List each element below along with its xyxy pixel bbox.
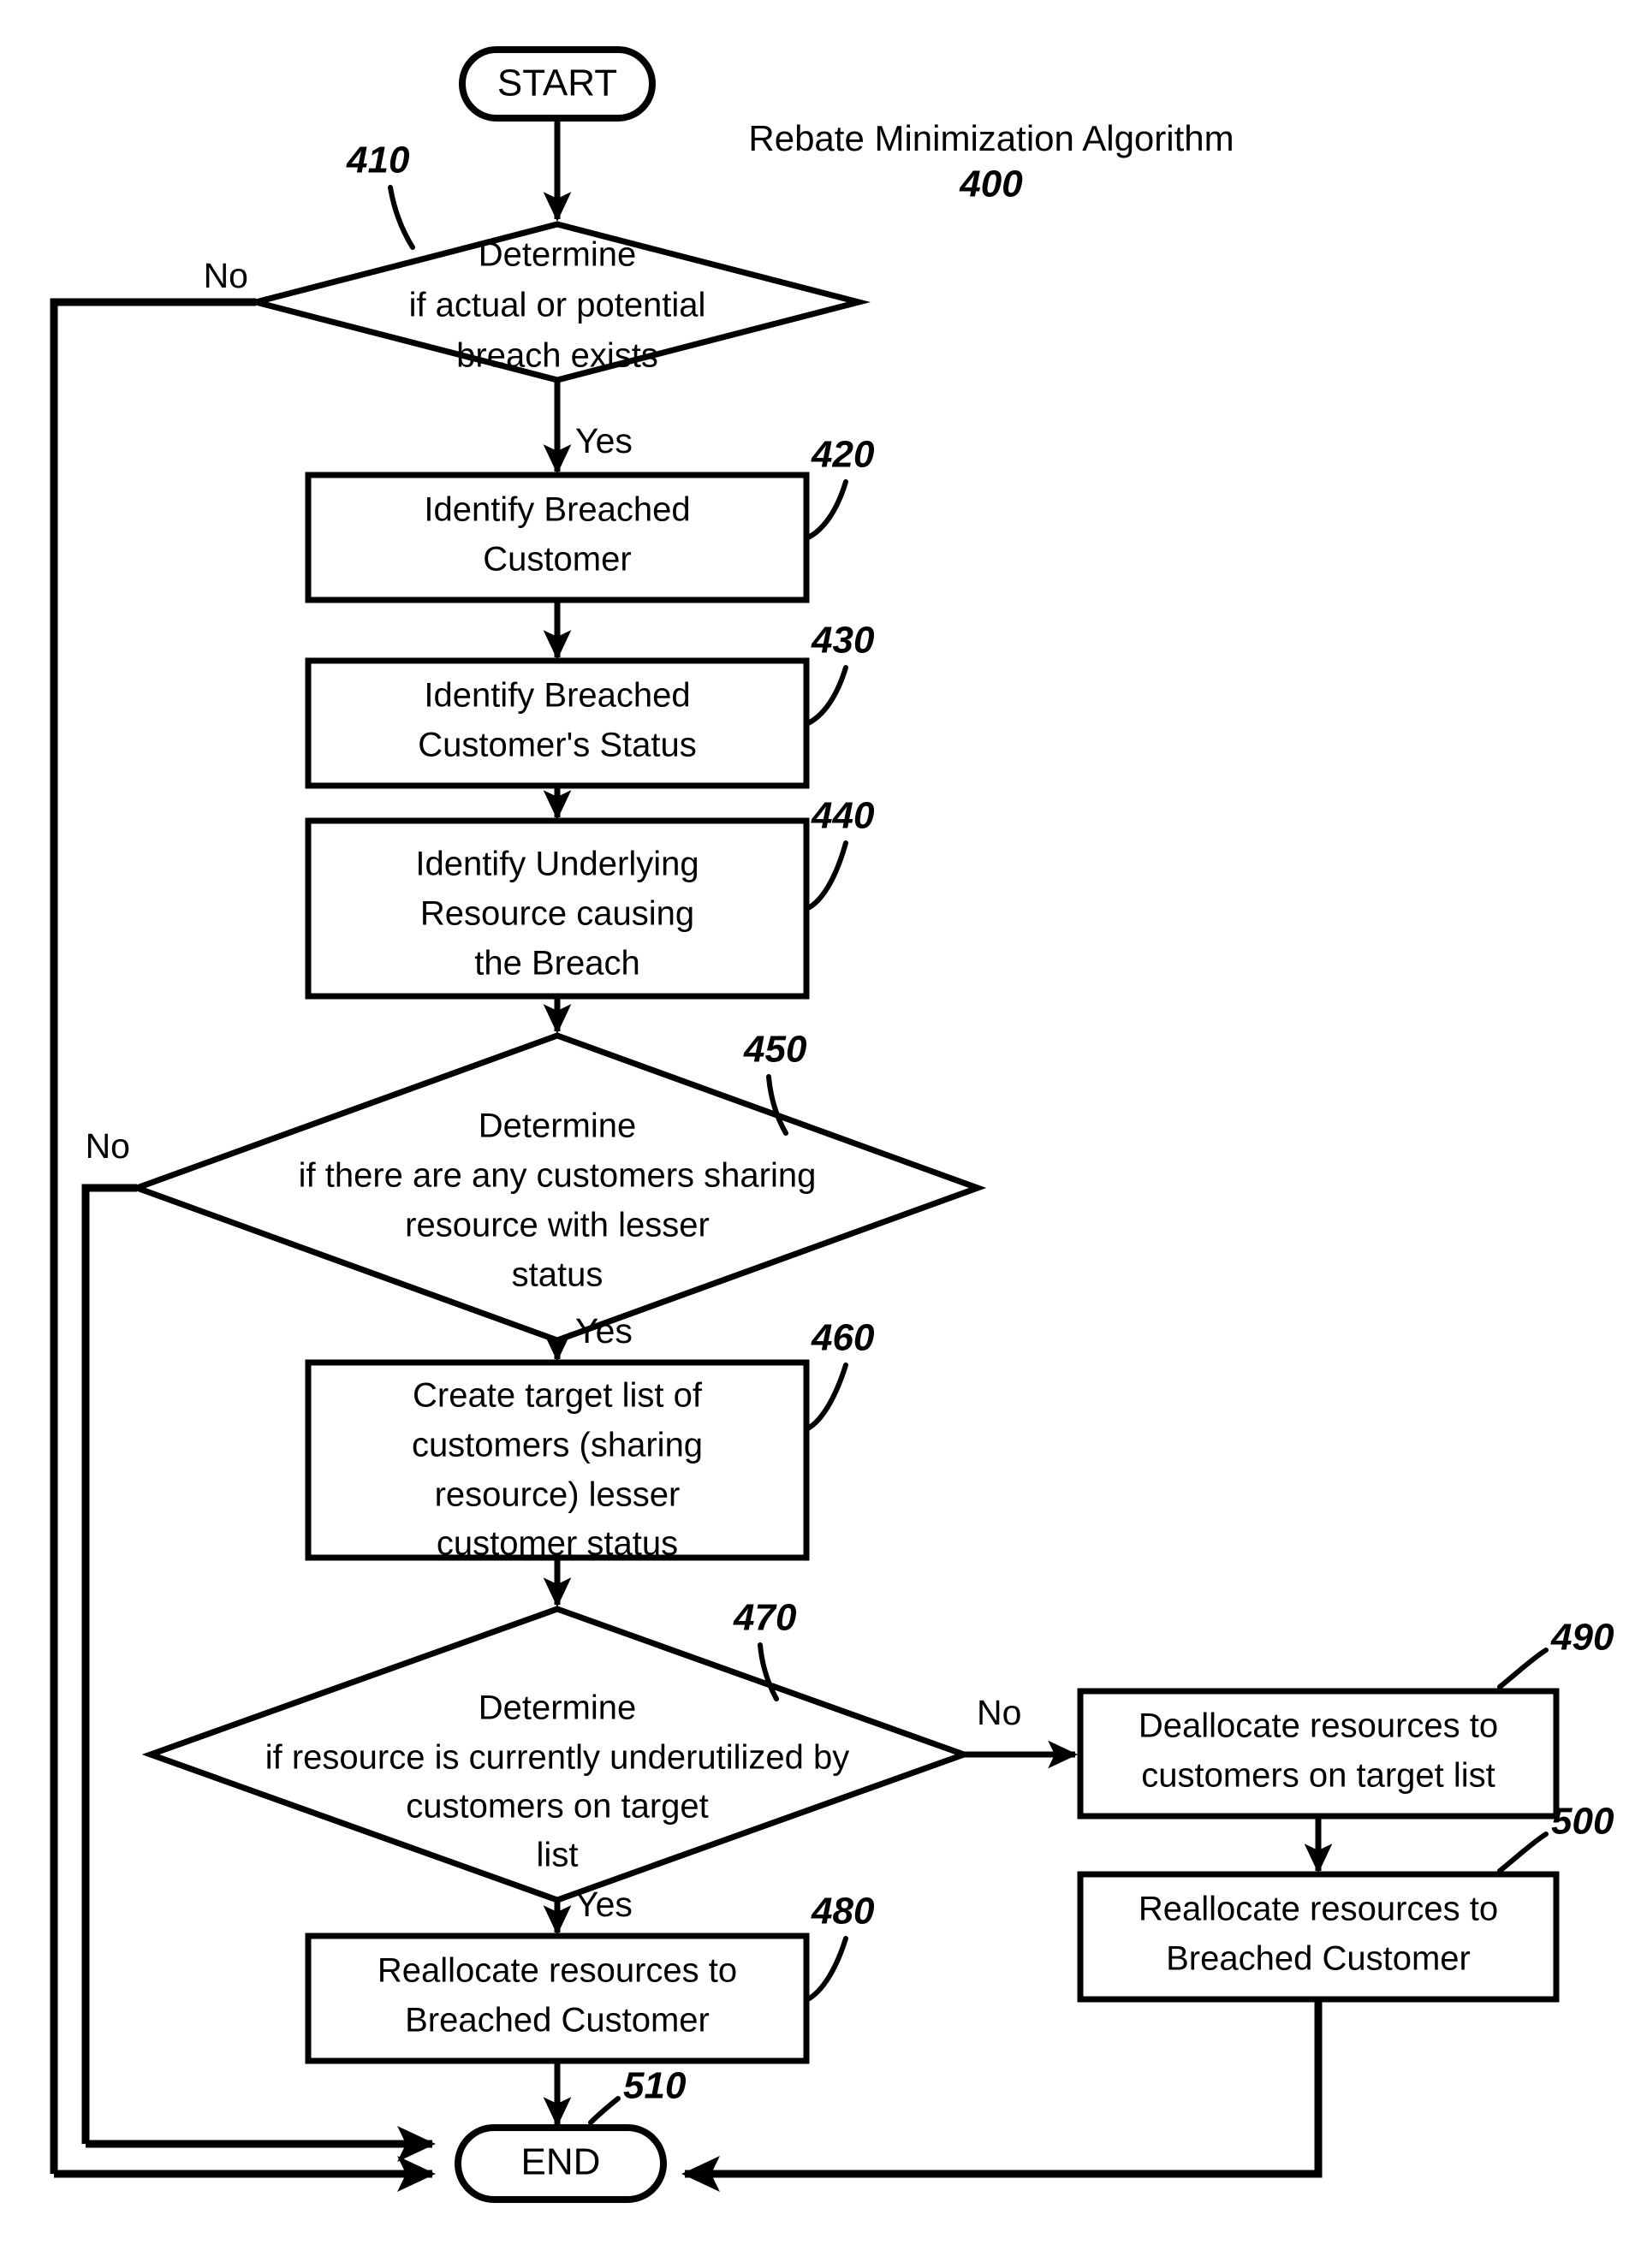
- decision-450-line4: status: [512, 1256, 604, 1294]
- leader-490: [1497, 1648, 1549, 1689]
- ref-410: 410: [346, 140, 410, 181]
- process-480-line2: Breached Customer: [405, 2002, 710, 2039]
- ref-430: 430: [811, 620, 875, 662]
- edge-450-no-rail: [81, 1184, 137, 2144]
- leader-480: [804, 1936, 848, 2003]
- decision-470-line4: list: [537, 1837, 579, 1874]
- ref-440: 440: [811, 795, 875, 837]
- process-440-line3: the Breach: [474, 945, 639, 983]
- leader-510: [588, 2096, 621, 2125]
- process-420-line2: Customer: [483, 541, 631, 579]
- leader-500: [1497, 1832, 1549, 1873]
- decision-450-line3: resource with lesser: [405, 1207, 710, 1244]
- branch-410-no: No: [204, 256, 248, 295]
- ref-420: 420: [811, 434, 875, 476]
- decision-450-line1: Determine: [479, 1107, 637, 1145]
- leader-420: [804, 479, 848, 541]
- process-490-line1: Deallocate resources to: [1139, 1707, 1498, 1745]
- ref-460: 460: [811, 1317, 875, 1359]
- ref-500: 500: [1551, 1801, 1614, 1843]
- branch-410-yes: Yes: [575, 421, 633, 460]
- process-440-line1: Identify Underlying: [415, 846, 699, 883]
- branch-470-yes: Yes: [575, 1885, 633, 1924]
- process-480-line1: Reallocate resources to: [378, 1952, 737, 1990]
- process-440-line2: Resource causing: [420, 895, 694, 933]
- decision-410-line3: breach exists: [456, 337, 658, 375]
- ref-480: 480: [811, 1891, 875, 1933]
- decision-410-line2: if actual or potential: [409, 287, 706, 324]
- leader-430: [804, 665, 848, 727]
- process-500-line2: Breached Customer: [1166, 1940, 1471, 1978]
- decision-470-line1: Determine: [479, 1689, 637, 1727]
- flowchart-diagram: Rebate Minimization Algorithm 400 START …: [50, 46, 1614, 2203]
- process-430-line2: Customer's Status: [418, 727, 697, 764]
- process-460-line1: Create target list of: [413, 1377, 703, 1415]
- ref-470: 470: [733, 1597, 797, 1639]
- branch-450-yes: Yes: [575, 1311, 633, 1351]
- end-label: END: [521, 2141, 601, 2183]
- process-460-line4: customer status: [437, 1525, 678, 1563]
- decision-410-line1: Determine: [479, 236, 637, 274]
- figure-title: Rebate Minimization Algorithm: [748, 118, 1234, 158]
- leader-460: [804, 1363, 848, 1432]
- ref-510: 510: [623, 2065, 687, 2107]
- decision-470-line2: if resource is currently underutilized b…: [265, 1739, 850, 1777]
- leader-440: [804, 840, 848, 911]
- decision-470-line3: customers on target: [406, 1788, 709, 1826]
- branch-470-no: No: [977, 1693, 1021, 1732]
- process-430-line1: Identify Breached: [424, 677, 690, 715]
- figure-number: 400: [959, 163, 1023, 205]
- leader-410: [388, 185, 415, 250]
- decision-450-line2: if there are any customers sharing: [299, 1157, 817, 1195]
- process-420-line1: Identify Breached: [424, 491, 690, 529]
- process-460-line3: resource) lesser: [435, 1476, 681, 1514]
- start-label: START: [497, 62, 617, 104]
- ref-450: 450: [743, 1029, 807, 1071]
- ref-490: 490: [1550, 1617, 1614, 1659]
- branch-450-no: No: [86, 1126, 130, 1166]
- process-500-line1: Reallocate resources to: [1139, 1891, 1498, 1928]
- process-490-line2: customers on target list: [1141, 1757, 1495, 1795]
- patent-figure: Rebate Minimization Algorithm 400 START …: [0, 0, 1647, 2268]
- process-460-line2: customers (sharing: [412, 1427, 703, 1464]
